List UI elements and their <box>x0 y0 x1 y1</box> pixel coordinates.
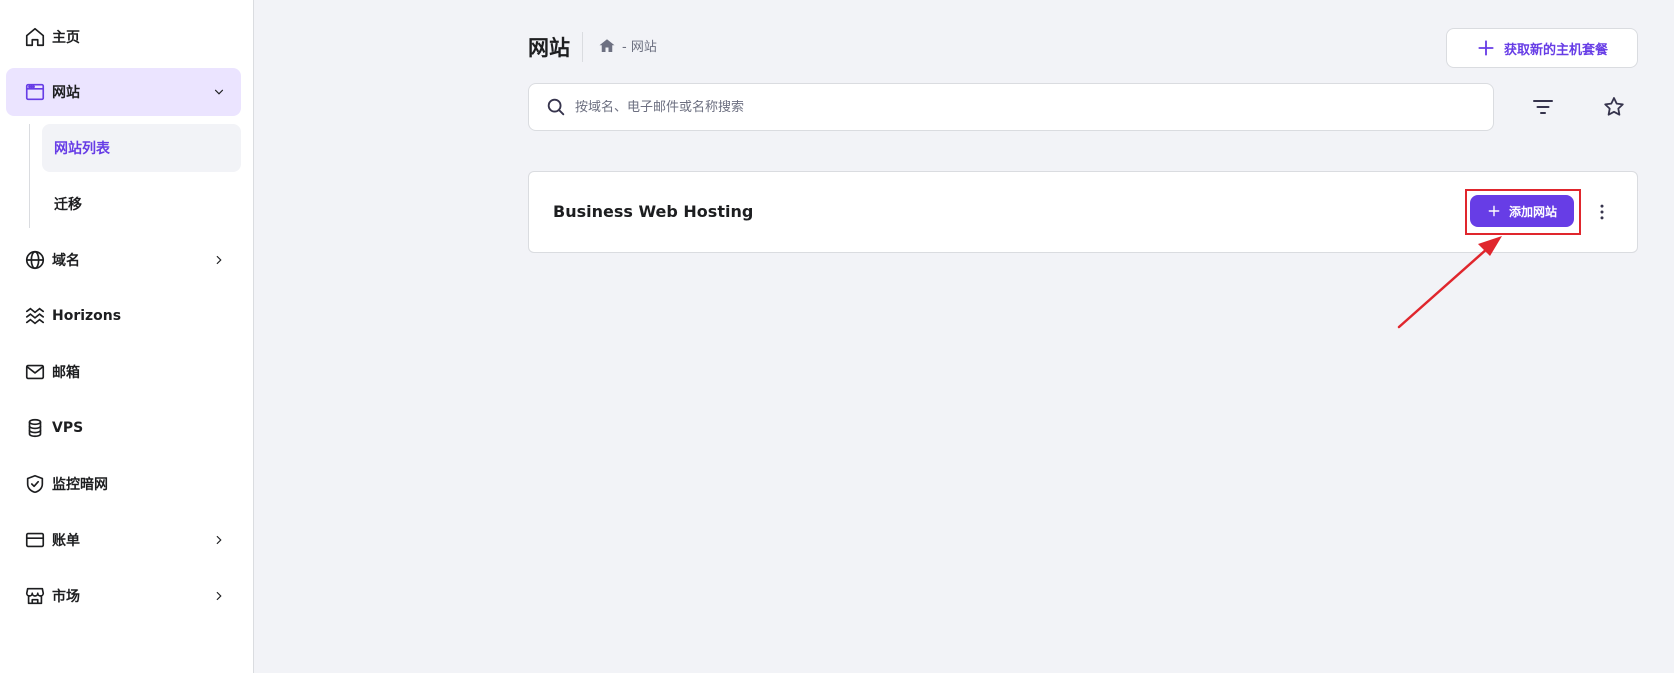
home-icon <box>19 21 51 53</box>
plus-icon <box>1488 205 1500 217</box>
plus-icon <box>1478 40 1494 56</box>
hosting-plan-card: Business Web Hosting 添加网站 <box>528 171 1638 253</box>
sidebar-item-marketplace[interactable]: 市场 <box>6 572 241 620</box>
sidebar-item-label: 主页 <box>52 30 80 46</box>
sidebar-item-label: VPS <box>52 420 84 436</box>
sidebar-item-label: 监控暗网 <box>52 477 108 493</box>
sidebar: 主页 网站 网站列表 迁移 域名 Horizons 邮箱 VPS 监控暗网 账单… <box>0 0 254 673</box>
get-new-hosting-button[interactable]: 获取新的主机套餐 <box>1446 28 1638 68</box>
title-divider <box>582 32 583 62</box>
more-vertical-icon <box>1600 204 1604 220</box>
sidebar-item-label: 邮箱 <box>52 365 80 381</box>
chevron-right-icon[interactable] <box>211 588 227 604</box>
chevron-right-icon[interactable] <box>211 532 227 548</box>
shield-check-icon <box>19 468 51 500</box>
sidebar-item-dark-web-monitor[interactable]: 监控暗网 <box>6 460 241 508</box>
sidebar-item-websites[interactable]: 网站 <box>6 68 241 116</box>
sidebar-subitem-website-list[interactable]: 网站列表 <box>42 124 241 172</box>
sidebar-item-email[interactable]: 邮箱 <box>6 348 241 396</box>
page-title: 网站 <box>528 36 570 60</box>
sidebar-item-vps[interactable]: VPS <box>6 404 241 452</box>
mail-icon <box>19 356 51 388</box>
globe-icon <box>19 244 51 276</box>
favorites-button[interactable] <box>1594 87 1634 127</box>
search-box <box>528 83 1494 131</box>
sidebar-item-billing[interactable]: 账单 <box>6 516 241 564</box>
add-website-button[interactable]: 添加网站 <box>1470 195 1574 227</box>
sidebar-item-label: 市场 <box>52 589 80 605</box>
storefront-icon <box>19 580 51 612</box>
sidebar-subitem-label: 网站列表 <box>54 141 110 157</box>
search-icon <box>547 98 565 116</box>
home-icon[interactable] <box>598 37 616 55</box>
sidebar-item-label: Horizons <box>52 308 122 324</box>
star-icon <box>1604 97 1624 116</box>
hosting-plan-title: Business Web Hosting <box>553 202 754 221</box>
chevron-right-icon[interactable] <box>211 252 227 268</box>
filter-button[interactable] <box>1523 87 1563 127</box>
add-website-label: 添加网站 <box>1508 204 1557 219</box>
subnav-divider <box>29 124 30 228</box>
horizons-waves-icon <box>19 300 51 332</box>
database-icon <box>19 412 51 444</box>
sidebar-item-label: 账单 <box>52 533 80 549</box>
sidebar-item-label: 网站 <box>52 85 80 101</box>
credit-card-icon <box>19 524 51 556</box>
sidebar-item-domains[interactable]: 域名 <box>6 236 241 284</box>
chevron-down-icon[interactable] <box>211 84 227 100</box>
sidebar-item-label: 域名 <box>52 253 80 269</box>
sidebar-item-horizons[interactable]: Horizons <box>6 292 241 340</box>
browser-window-icon <box>19 76 51 108</box>
get-new-hosting-label: 获取新的主机套餐 <box>1503 42 1608 58</box>
breadcrumb: - 网站 <box>598 36 657 55</box>
breadcrumb-current: - 网站 <box>622 40 657 55</box>
search-input[interactable] <box>575 99 1493 115</box>
sidebar-item-home[interactable]: 主页 <box>6 13 241 61</box>
sidebar-subitem-label: 迁移 <box>54 197 82 213</box>
more-options-button[interactable] <box>1587 194 1617 230</box>
filter-icon <box>1533 100 1553 114</box>
sidebar-subitem-migration[interactable]: 迁移 <box>42 180 241 228</box>
